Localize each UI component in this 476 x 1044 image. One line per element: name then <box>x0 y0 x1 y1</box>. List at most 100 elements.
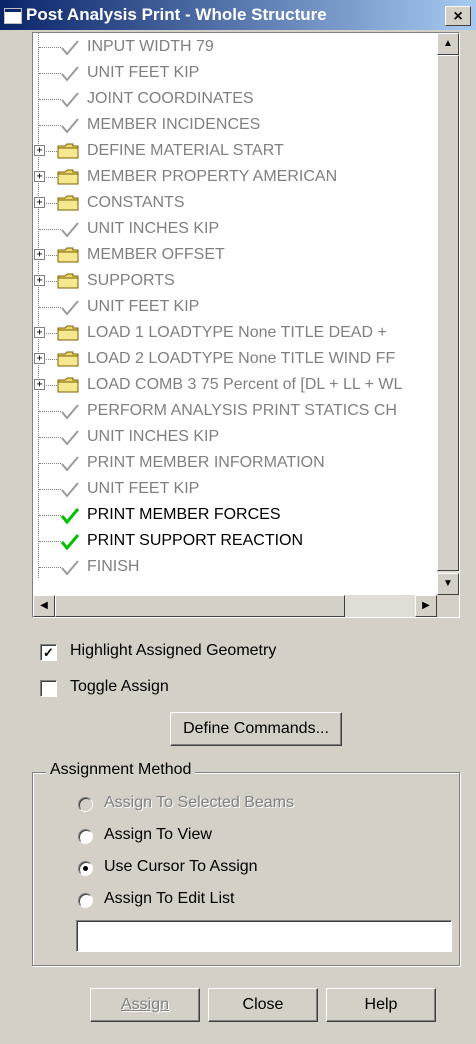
tree-item[interactable]: PRINT SUPPORT REACTION <box>33 529 437 555</box>
expand-plus-icon[interactable]: + <box>34 171 45 182</box>
tree-item[interactable]: PRINT MEMBER FORCES <box>33 503 437 529</box>
folder-icon <box>57 273 79 289</box>
tree-item[interactable]: + DEFINE MATERIAL START <box>33 139 437 165</box>
expand-plus-icon[interactable]: + <box>34 327 45 338</box>
tree-item[interactable]: + LOAD 2 LOADTYPE None TITLE WIND FF <box>33 347 437 373</box>
horizontal-scroll-thumb[interactable] <box>55 595 345 617</box>
tree-item-label: MEMBER INCIDENCES <box>87 116 261 133</box>
tree-item-label: JOINT COORDINATES <box>87 90 254 107</box>
tree-connector-line <box>39 489 61 490</box>
checkmark-icon <box>61 92 79 108</box>
assign-button-label: Assign <box>120 996 170 1013</box>
expand-plus-icon[interactable]: + <box>34 145 45 156</box>
radio-button[interactable] <box>78 797 93 812</box>
help-button[interactable]: Help <box>326 988 436 1022</box>
folder-icon <box>57 143 79 159</box>
expand-plus-icon[interactable]: + <box>34 249 45 260</box>
tree-item[interactable]: UNIT FEET KIP <box>33 295 437 321</box>
checkmark-icon <box>61 40 79 56</box>
window-title: Post Analysis Print - Whole Structure <box>26 5 327 24</box>
tree-connector-line <box>39 229 61 230</box>
scroll-down-arrow-icon[interactable]: ▼ <box>437 573 459 595</box>
folder-icon <box>57 169 79 185</box>
checkmark-icon <box>61 430 79 446</box>
toggle-assign-checkbox-box[interactable] <box>40 680 57 697</box>
toggle-assign-label: Toggle Assign <box>70 678 169 695</box>
expand-plus-icon[interactable]: + <box>34 379 45 390</box>
tree-item-label: MEMBER PROPERTY AMERICAN <box>87 168 338 185</box>
tree-item[interactable]: UNIT FEET KIP <box>33 477 437 503</box>
folder-icon <box>57 195 79 211</box>
radio-button[interactable] <box>78 829 93 844</box>
vertical-scrollbar[interactable]: ▲ ▼ <box>437 33 459 595</box>
folder-icon <box>57 325 79 341</box>
tree-item-label: LOAD COMB 3 75 Percent of [DL + LL + WL <box>87 376 403 393</box>
tree-connector-line <box>39 307 61 308</box>
tree-item[interactable]: UNIT FEET KIP <box>33 61 437 87</box>
tree-item[interactable]: PRINT MEMBER INFORMATION <box>33 451 437 477</box>
scrollbar-corner <box>437 595 459 617</box>
scroll-left-arrow-icon[interactable]: ◀ <box>33 595 55 617</box>
folder-icon <box>57 377 79 393</box>
vertical-scroll-thumb[interactable] <box>437 55 459 571</box>
checkmark-icon <box>61 456 79 472</box>
tree-item[interactable]: + MEMBER OFFSET <box>33 243 437 269</box>
checkmark-icon <box>61 560 79 576</box>
folder-icon <box>57 247 79 263</box>
tree-connector-line <box>39 47 61 48</box>
tree-item-label: PRINT MEMBER INFORMATION <box>87 454 325 471</box>
checkmark-icon <box>60 534 80 551</box>
tree-item-label: MEMBER OFFSET <box>87 246 225 263</box>
tree-connector-line <box>39 567 61 568</box>
tree-connector-line <box>39 463 61 464</box>
checkmark-icon <box>61 404 79 420</box>
define-commands-button[interactable]: Define Commands... <box>170 712 342 746</box>
tree-item-label: UNIT INCHES KIP <box>87 220 220 237</box>
tree-connector-line <box>39 73 61 74</box>
tree-item-label: UNIT FEET KIP <box>87 298 200 315</box>
highlight-checkbox-box[interactable]: ✓ <box>40 644 57 661</box>
radio-label: Use Cursor To Assign <box>104 858 258 875</box>
expand-plus-icon[interactable]: + <box>34 353 45 364</box>
tree-connector-line <box>39 541 61 542</box>
radio-label: Assign To Selected Beams <box>104 794 295 811</box>
checkmark-icon <box>61 118 79 134</box>
expand-plus-icon[interactable]: + <box>34 275 45 286</box>
tree-item[interactable]: FINISH <box>33 555 437 581</box>
horizontal-scrollbar[interactable]: ◀ ▶ <box>33 595 437 617</box>
tree-connector-line <box>39 437 61 438</box>
tree-item[interactable]: INPUT WIDTH 79 <box>33 35 437 61</box>
tree-connector-line <box>39 125 61 126</box>
close-window-button[interactable]: × <box>445 6 471 26</box>
tree-item[interactable]: + SUPPORTS <box>33 269 437 295</box>
scroll-up-arrow-icon[interactable]: ▲ <box>437 33 459 55</box>
checkmark-icon <box>61 482 79 498</box>
tree-connector-line <box>39 515 61 516</box>
tree-item-label: PRINT SUPPORT REACTION <box>87 532 304 549</box>
edit-list-input[interactable] <box>76 920 452 952</box>
expand-plus-icon[interactable]: + <box>34 197 45 208</box>
radio-button[interactable] <box>78 861 93 876</box>
tree-item-label: CONSTANTS <box>87 194 185 211</box>
assign-button[interactable]: Assign <box>90 988 200 1022</box>
tree-item-label: UNIT FEET KIP <box>87 480 200 497</box>
tree-item[interactable]: + LOAD COMB 3 75 Percent of [DL + LL + WL <box>33 373 437 399</box>
highlight-checkbox-label: Highlight Assigned Geometry <box>70 642 277 659</box>
close-button[interactable]: Close <box>208 988 318 1022</box>
tree-item-label: DEFINE MATERIAL START <box>87 142 284 159</box>
command-tree-list: INPUT WIDTH 79 UNIT FEET KIP JOINT COORDIN… <box>33 33 437 595</box>
assignment-method-title: Assignment Method <box>46 761 196 779</box>
command-tree[interactable]: INPUT WIDTH 79 UNIT FEET KIP JOINT COORDIN… <box>32 32 460 618</box>
tree-item[interactable]: UNIT INCHES KIP <box>33 425 437 451</box>
tree-connector-line <box>39 411 61 412</box>
tree-item[interactable]: + LOAD 1 LOADTYPE None TITLE DEAD + <box>33 321 437 347</box>
tree-item[interactable]: UNIT INCHES KIP <box>33 217 437 243</box>
tree-item[interactable]: PERFORM ANALYSIS PRINT STATICS CH <box>33 399 437 425</box>
tree-item[interactable]: JOINT COORDINATES <box>33 87 437 113</box>
scroll-right-arrow-icon[interactable]: ▶ <box>415 595 437 617</box>
tree-item[interactable]: + MEMBER PROPERTY AMERICAN <box>33 165 437 191</box>
checkmark-icon <box>61 222 79 238</box>
radio-button[interactable] <box>78 893 93 908</box>
tree-item[interactable]: + CONSTANTS <box>33 191 437 217</box>
tree-item[interactable]: MEMBER INCIDENCES <box>33 113 437 139</box>
